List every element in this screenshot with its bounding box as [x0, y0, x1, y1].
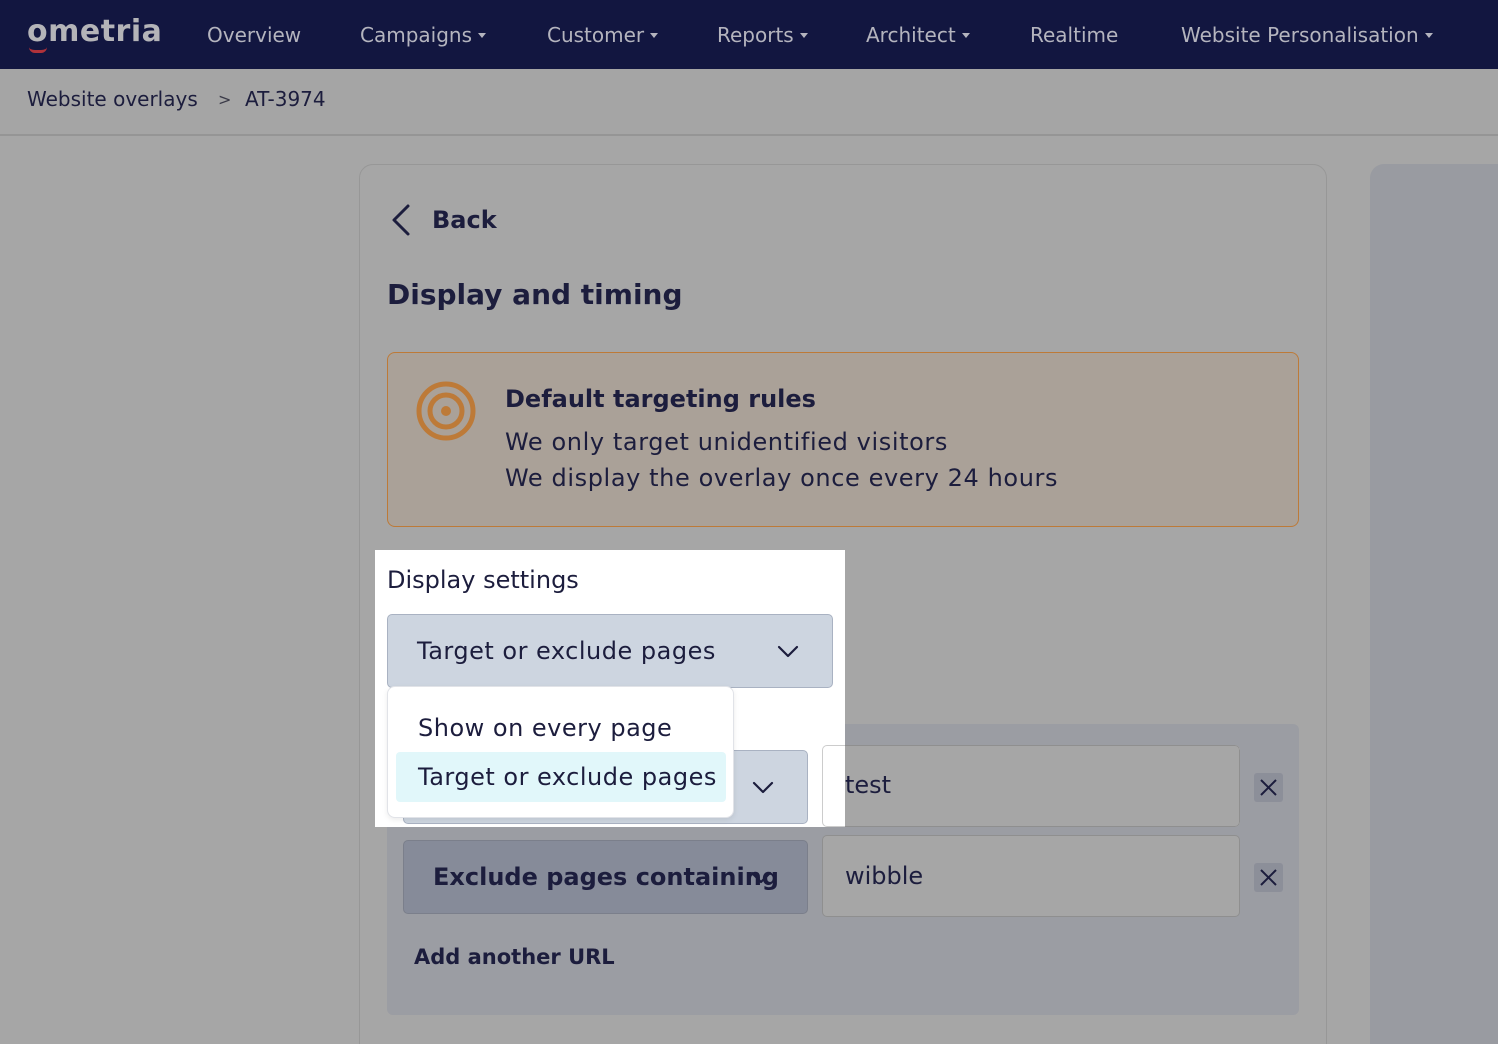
nav-item-reports[interactable]: Reports	[717, 0, 808, 69]
caret-down-icon	[478, 33, 487, 38]
caret-down-icon	[961, 33, 970, 38]
rule-type-select[interactable]: Exclude pages containing	[403, 840, 808, 914]
caret-down-icon	[650, 33, 659, 38]
display-settings-select[interactable]: Target or exclude pages	[387, 614, 833, 688]
nav-item-label: Customer	[547, 22, 645, 47]
logo-swoosh	[29, 47, 47, 53]
breadcrumb-current: AT-3974	[245, 87, 326, 111]
nav-item-label: Architect	[866, 22, 956, 47]
chevron-down-icon	[750, 871, 772, 884]
banner-line: We only target unidentified visitors	[505, 428, 948, 456]
nav-item-label: Reports	[717, 22, 794, 47]
back-label: Back	[432, 206, 497, 234]
display-settings-dropdown-menu: Show on every page Target or exclude pag…	[387, 686, 734, 818]
back-button[interactable]: Back	[386, 200, 497, 240]
nav-item-label: Realtime	[1030, 22, 1119, 47]
caret-down-icon	[1424, 33, 1433, 38]
remove-rule-button[interactable]	[1254, 863, 1283, 892]
nav-item-website-personalisation[interactable]: Website Personalisation	[1181, 0, 1433, 69]
display-settings-label: Display settings	[387, 566, 579, 594]
banner-line: We display the overlay once every 24 hou…	[505, 464, 1059, 492]
add-another-url-link[interactable]: Add another URL	[414, 945, 615, 969]
nav-item-customer[interactable]: Customer	[547, 0, 659, 69]
breadcrumb-website-overlays[interactable]: Website overlays	[27, 87, 198, 111]
chevron-down-icon	[777, 645, 799, 658]
nav-item-label: Campaigns	[360, 22, 473, 47]
breadcrumb-separator: >	[218, 90, 232, 109]
url-value-input[interactable]	[845, 745, 1240, 827]
ometria-logo[interactable]: ometria	[27, 14, 162, 49]
nav-item-label: Website Personalisation	[1181, 22, 1419, 47]
caret-down-icon	[799, 33, 808, 38]
right-panel	[1370, 164, 1498, 1044]
url-value-input[interactable]: wibble	[822, 835, 1240, 917]
breadcrumb: Website overlays > AT-3974	[0, 69, 1498, 136]
top-nav: ometria Overview Campaigns Customer Repo…	[0, 0, 1498, 69]
chevron-down-icon	[752, 781, 774, 794]
rule-type-label: Exclude pages containing	[433, 863, 779, 891]
option-show-on-every-page[interactable]: Show on every page	[396, 703, 726, 753]
banner-title: Default targeting rules	[505, 385, 816, 413]
remove-rule-button[interactable]	[1254, 773, 1283, 802]
target-icon	[416, 381, 476, 441]
page-title: Display and timing	[387, 278, 683, 311]
chevron-left-icon	[392, 204, 410, 236]
option-target-or-exclude-pages[interactable]: Target or exclude pages	[396, 752, 726, 802]
display-select-value: Target or exclude pages	[417, 637, 716, 665]
url-value-text: test	[845, 771, 892, 799]
nav-item-label: Overview	[207, 22, 302, 47]
nav-item-campaigns[interactable]: Campaigns	[360, 0, 487, 69]
nav-item-architect[interactable]: Architect	[866, 0, 970, 69]
close-icon	[1260, 869, 1277, 886]
nav-item-realtime[interactable]: Realtime	[1030, 0, 1118, 69]
close-icon	[1260, 779, 1277, 796]
nav-item-overview[interactable]: Overview	[207, 0, 301, 69]
